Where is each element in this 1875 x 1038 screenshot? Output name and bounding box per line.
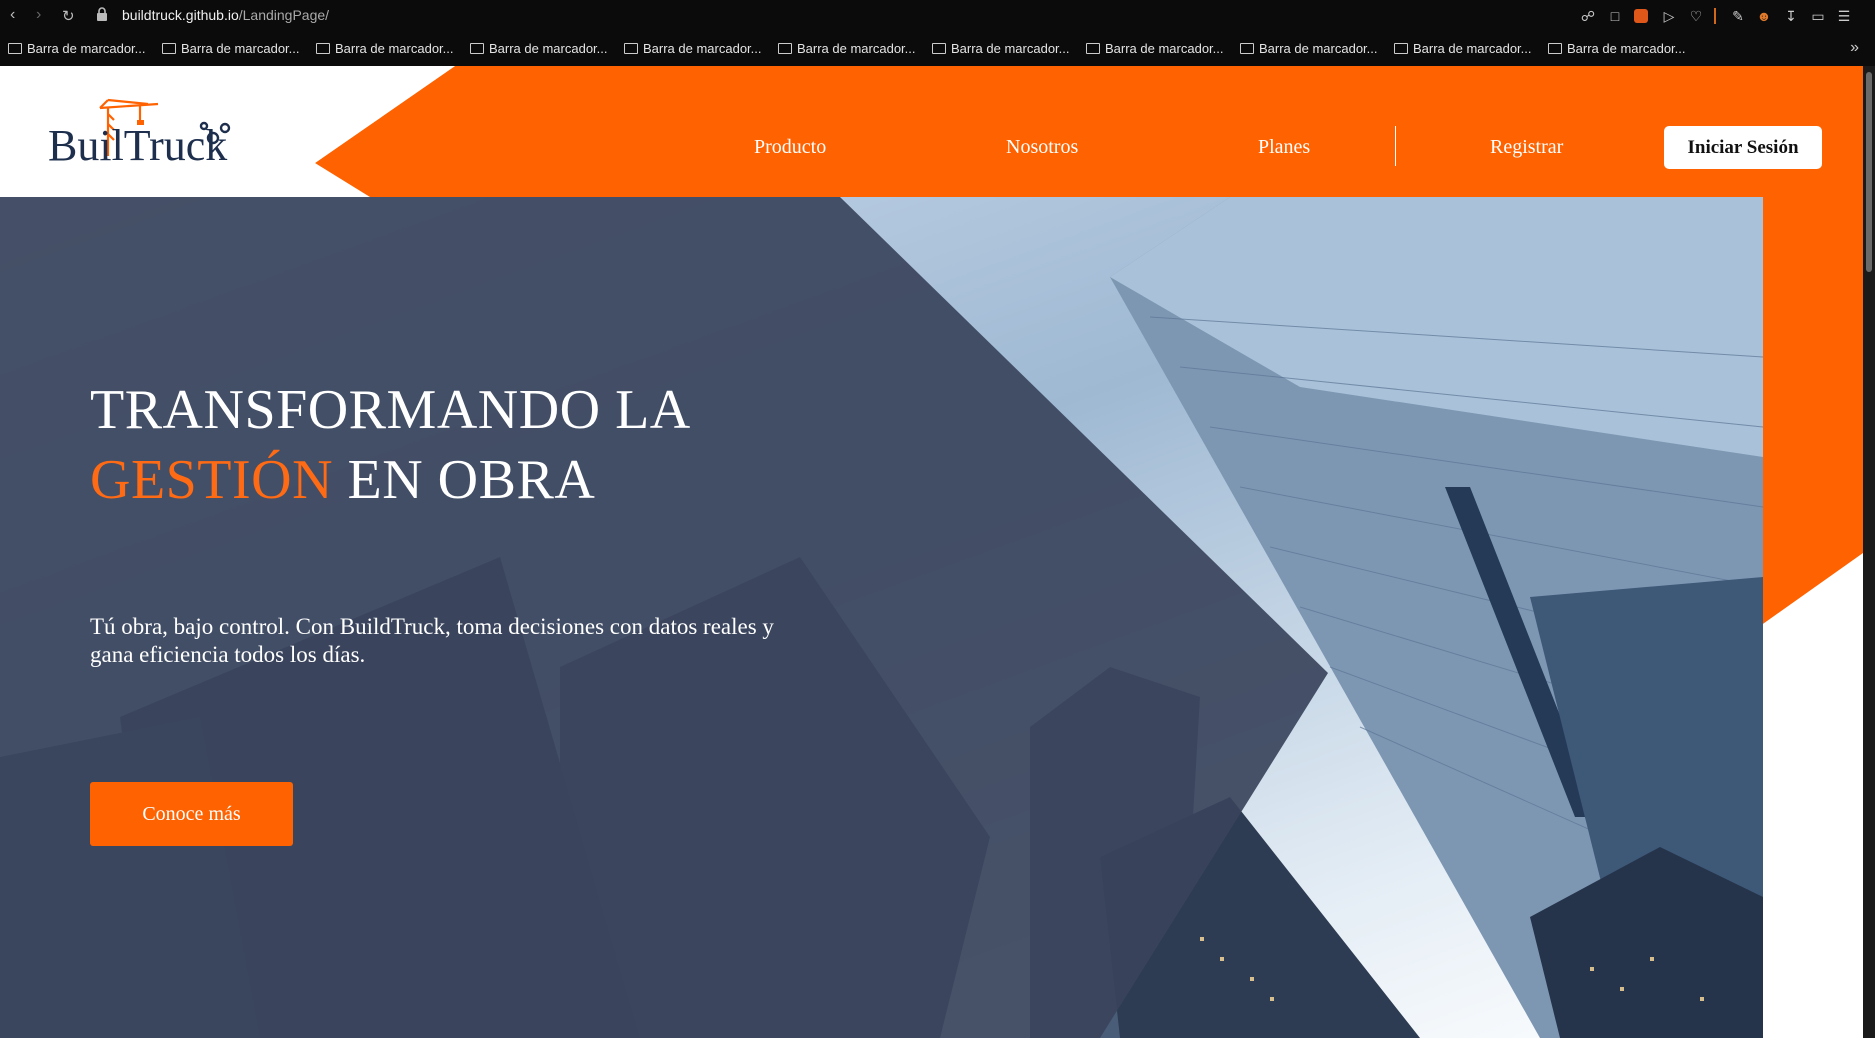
folder-icon [1548, 43, 1562, 54]
hero-title: TRANSFORMANDO LA GESTIÓN EN OBRA [90, 375, 691, 515]
folder-icon [932, 43, 946, 54]
address-bar[interactable]: buildtruck.github.io/LandingPage/ [122, 7, 329, 23]
nav-divider [1395, 126, 1396, 166]
forward-icon[interactable]: › [36, 6, 41, 24]
hero-title-line2: EN OBRA [333, 449, 596, 511]
hero-subtitle: Tú obra, bajo control. Con BuildTruck, t… [90, 614, 774, 667]
folder-icon [162, 43, 176, 54]
back-icon[interactable]: ‹ [10, 6, 15, 24]
login-button[interactable]: Iniciar Sesión [1664, 126, 1822, 169]
nav-registrar[interactable]: Registrar [1490, 136, 1563, 159]
nav-planes[interactable]: Planes [1258, 136, 1310, 159]
folder-icon [778, 43, 792, 54]
menu-icon[interactable]: ☰ [1836, 8, 1852, 24]
hero-title-line1: TRANSFORMANDO LA [90, 379, 691, 441]
page-scrollbar[interactable] [1863, 66, 1875, 1038]
folder-icon [624, 43, 638, 54]
download-icon[interactable]: ↧ [1783, 8, 1799, 24]
folder-icon [470, 43, 484, 54]
bookmark-item[interactable]: Barra de marcador... [1394, 41, 1532, 56]
bookmark-item[interactable]: Barra de marcador... [624, 41, 762, 56]
folder-icon [8, 43, 22, 54]
toolbar-divider [1714, 8, 1716, 24]
bookmark-item[interactable]: Barra de marcador... [778, 41, 916, 56]
scrollbar-thumb[interactable] [1866, 72, 1872, 272]
folder-icon [1086, 43, 1100, 54]
shield-icon[interactable] [1634, 9, 1648, 23]
bookmark-item[interactable]: Barra de marcador... [8, 41, 146, 56]
bookmark-item[interactable]: Barra de marcador... [932, 41, 1070, 56]
folder-icon [1240, 43, 1254, 54]
screenshot-icon[interactable]: □ [1607, 8, 1623, 24]
bookmark-item[interactable]: Barra de marcador... [1086, 41, 1224, 56]
reload-icon[interactable]: ↻ [62, 7, 75, 25]
bookmark-item[interactable]: Barra de marcador... [470, 41, 608, 56]
play-icon[interactable]: ▷ [1661, 8, 1677, 24]
bookmark-item[interactable]: Barra de marcador... [1240, 41, 1378, 56]
bookmarks-bar: Barra de marcador... Barra de marcador..… [0, 33, 1875, 66]
learn-more-button[interactable]: Conoce más [90, 782, 293, 846]
bookmark-item[interactable]: Barra de marcador... [1548, 41, 1686, 56]
buildtruck-logo[interactable]: BuilTruck [48, 94, 233, 174]
profile-icon[interactable]: ☻ [1756, 8, 1772, 24]
hero-title-accent: GESTIÓN [90, 449, 334, 511]
bookmark-item[interactable]: Barra de marcador... [162, 41, 300, 56]
battery-icon[interactable]: ▭ [1810, 8, 1826, 24]
browser-toolbar: ‹ › ↻ buildtruck.github.io/LandingPage/ … [0, 0, 1875, 33]
heart-icon[interactable]: ♡ [1688, 8, 1704, 24]
chevron-more-icon[interactable]: » [1850, 39, 1859, 57]
page-viewport: BuilTruck Producto Nosotros Planes Regis… [0, 66, 1875, 1038]
logo-text: BuilTruck [48, 121, 227, 170]
hero-section: TRANSFORMANDO LA GESTIÓN EN OBRA Tú obra… [0, 197, 1763, 1038]
nav-producto[interactable]: Producto [754, 136, 826, 159]
bookmark-icon[interactable]: ☍ [1580, 8, 1596, 24]
lock-icon [97, 7, 107, 21]
folder-icon [316, 43, 330, 54]
folder-icon [1394, 43, 1408, 54]
extensions-icon[interactable]: ✎ [1730, 8, 1746, 24]
nav-nosotros[interactable]: Nosotros [1006, 136, 1078, 159]
bookmark-item[interactable]: Barra de marcador... [316, 41, 454, 56]
